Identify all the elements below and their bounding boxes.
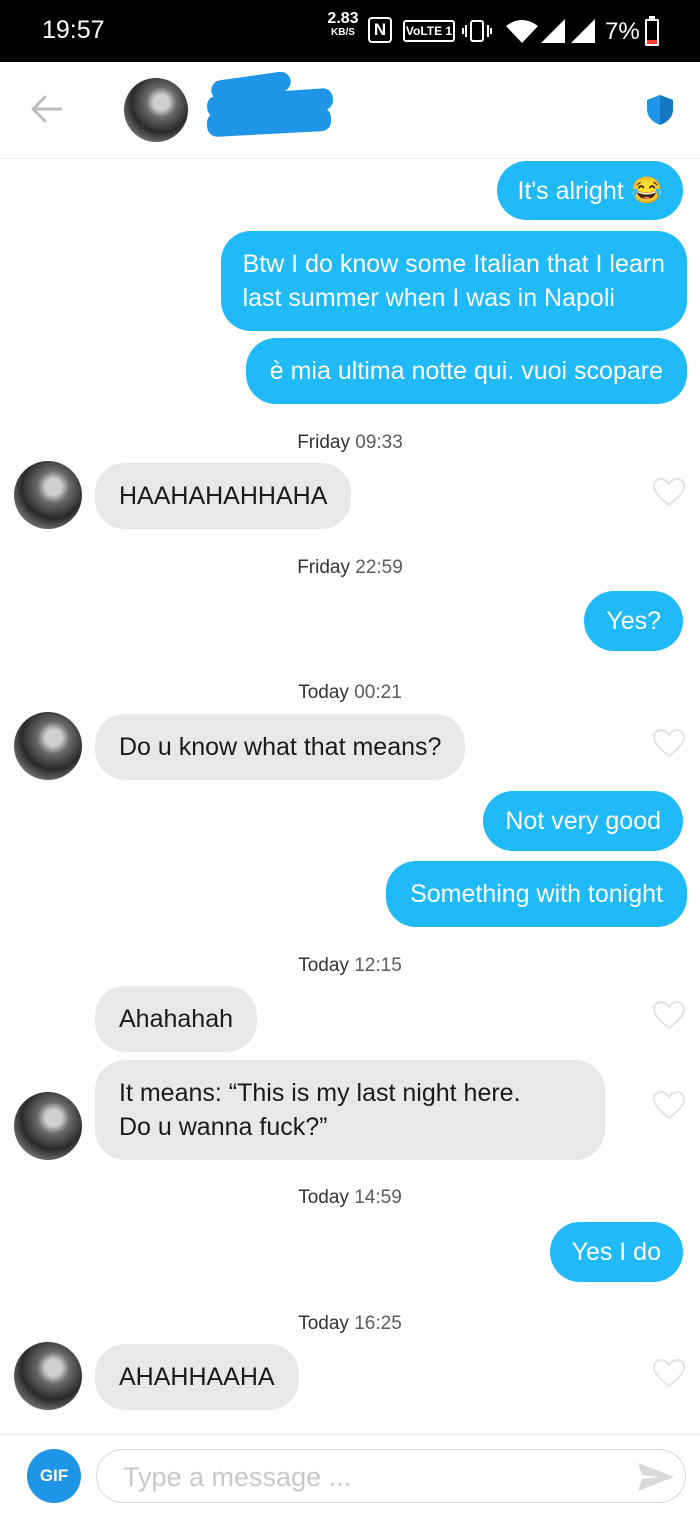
laughing-emoji-icon: 😂 bbox=[630, 175, 663, 205]
volte-icon: VoLTE 1 bbox=[403, 20, 455, 42]
status-bar: 19:57 2.83 KB/S N VoLTE 1 R 7% bbox=[0, 0, 700, 62]
timestamp-time: 14:59 bbox=[354, 1187, 402, 1208]
message-text: Yes? bbox=[606, 607, 661, 635]
nfc-icon: N bbox=[368, 17, 392, 43]
timestamp-time: 16:25 bbox=[354, 1313, 402, 1334]
message-outgoing[interactable]: Yes I do bbox=[549, 1222, 683, 1282]
message-input-wrapper bbox=[96, 1449, 686, 1503]
message-outgoing[interactable]: Btw I do know some Italian that I learn … bbox=[220, 231, 687, 331]
timestamp-day: Friday bbox=[297, 557, 350, 578]
battery-icon bbox=[645, 16, 659, 46]
message-outgoing[interactable]: Not very good bbox=[483, 791, 683, 851]
timestamp-day: Today bbox=[298, 955, 349, 976]
message-text: HAAHAHAHHAHA bbox=[119, 482, 328, 510]
timestamp: Today 16:25 bbox=[0, 1313, 700, 1335]
match-avatar[interactable] bbox=[14, 1092, 82, 1160]
timestamp-day: Today bbox=[298, 1313, 349, 1334]
match-avatar[interactable] bbox=[14, 1342, 82, 1410]
message-outgoing[interactable]: It's alright 😂 bbox=[497, 161, 683, 220]
message-outgoing[interactable]: Yes? bbox=[584, 591, 683, 651]
timestamp: Today 14:59 bbox=[0, 1187, 700, 1209]
timestamp-time: 22:59 bbox=[355, 557, 403, 578]
message-text-line: last summer when I was in Napoli bbox=[242, 284, 615, 312]
message-text: It's alright bbox=[517, 177, 624, 205]
gif-button[interactable]: GIF bbox=[27, 1449, 81, 1503]
message-input[interactable] bbox=[123, 1460, 603, 1494]
message-text: AHAHHAAHA bbox=[119, 1363, 275, 1391]
send-icon[interactable] bbox=[637, 1462, 675, 1492]
message-outgoing[interactable]: Something with tonight bbox=[386, 861, 687, 927]
message-text: è mia ultima notte qui. vuoi scopare bbox=[269, 357, 663, 385]
chat-header bbox=[0, 62, 700, 159]
heart-icon[interactable] bbox=[652, 1358, 686, 1388]
timestamp-time: 00:21 bbox=[354, 682, 402, 703]
message-text: Not very good bbox=[505, 807, 661, 835]
timestamp: Friday 09:33 bbox=[0, 432, 700, 454]
back-arrow-icon[interactable] bbox=[31, 95, 63, 123]
match-avatar[interactable] bbox=[14, 461, 82, 529]
redacted-name bbox=[205, 70, 335, 142]
wifi-icon bbox=[506, 20, 538, 43]
message-text: Do u know what that means? bbox=[119, 733, 442, 761]
message-text: Something with tonight bbox=[410, 880, 663, 908]
message-incoming[interactable]: Ahahahah bbox=[95, 986, 258, 1052]
message-incoming[interactable]: Do u know what that means? bbox=[95, 714, 466, 780]
status-time: 19:57 bbox=[42, 16, 105, 44]
timestamp: Friday 22:59 bbox=[0, 557, 700, 579]
heart-icon[interactable] bbox=[652, 1000, 686, 1030]
message-text-line: Btw I do know some Italian that I learn bbox=[242, 250, 665, 278]
network-speed-value: 2.83 bbox=[327, 10, 359, 27]
network-speed-unit: KB/S bbox=[331, 27, 355, 38]
message-text: Ahahahah bbox=[119, 1005, 234, 1033]
vibrate-icon bbox=[462, 20, 492, 42]
message-incoming[interactable]: HAAHAHAHHAHA bbox=[95, 463, 352, 529]
message-text: Yes I do bbox=[571, 1238, 661, 1266]
heart-icon[interactable] bbox=[652, 477, 686, 507]
network-speed: 2.83 KB/S bbox=[326, 11, 360, 39]
heart-icon[interactable] bbox=[652, 1090, 686, 1120]
message-composer: GIF bbox=[0, 1434, 700, 1518]
message-list[interactable]: It's alright 😂 Btw I do know some Italia… bbox=[0, 158, 700, 1434]
match-avatar[interactable] bbox=[124, 78, 188, 142]
shield-icon[interactable] bbox=[646, 94, 674, 126]
timestamp-time: 09:33 bbox=[355, 432, 403, 453]
battery-percentage: 7% bbox=[605, 18, 640, 45]
timestamp-day: Friday bbox=[297, 432, 350, 453]
roaming-indicator: R bbox=[586, 30, 594, 42]
message-incoming[interactable]: AHAHHAAHA bbox=[95, 1344, 299, 1410]
message-text-line: Do u wanna fuck?” bbox=[119, 1113, 328, 1141]
signal-1-icon bbox=[541, 19, 565, 43]
match-avatar[interactable] bbox=[14, 712, 82, 780]
timestamp-day: Today bbox=[298, 1187, 349, 1208]
timestamp-day: Today bbox=[298, 682, 349, 703]
message-text-line: It means: “This is my last night here. bbox=[119, 1079, 521, 1107]
timestamp: Today 00:21 bbox=[0, 682, 700, 704]
timestamp: Today 12:15 bbox=[0, 955, 700, 977]
message-outgoing[interactable]: è mia ultima notte qui. vuoi scopare bbox=[245, 338, 687, 404]
timestamp-time: 12:15 bbox=[354, 955, 402, 976]
heart-icon[interactable] bbox=[652, 728, 686, 758]
message-incoming[interactable]: It means: “This is my last night here. D… bbox=[95, 1060, 605, 1160]
